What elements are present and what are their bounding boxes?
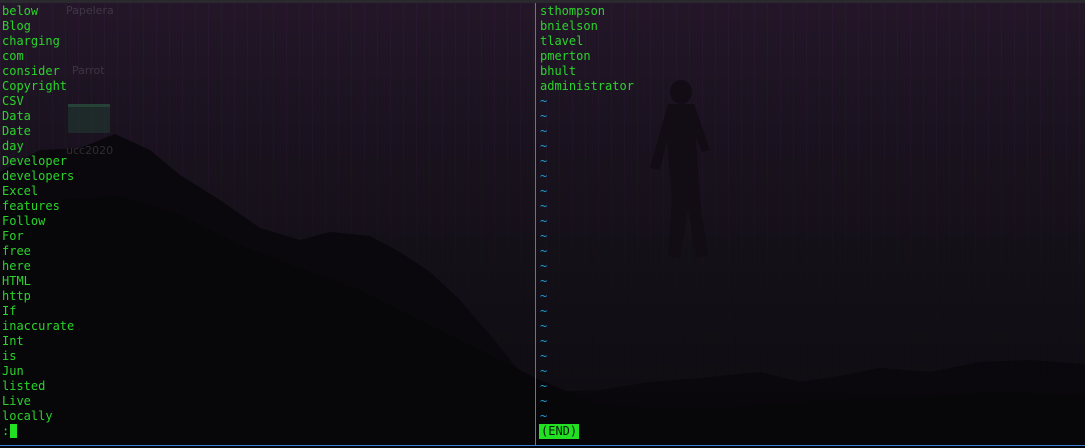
empty-line-tilde: ~ xyxy=(540,349,548,363)
empty-line-tilde: ~ xyxy=(540,94,548,108)
empty-line-tilde: ~ xyxy=(540,154,548,168)
empty-line-tilde: ~ xyxy=(540,109,548,123)
terminal-line: listed xyxy=(2,379,46,393)
empty-line-tilde: ~ xyxy=(540,259,548,273)
empty-line-tilde: ~ xyxy=(540,124,548,138)
pager-end-marker: (END) xyxy=(539,424,580,439)
empty-line-tilde: ~ xyxy=(540,364,548,378)
terminal-line: com xyxy=(2,49,24,63)
empty-line-tilde: ~ xyxy=(540,379,548,393)
terminal-line: developers xyxy=(2,169,75,183)
empty-line-tilde: ~ xyxy=(540,229,548,243)
terminal-line: is xyxy=(2,349,17,363)
empty-line-tilde: ~ xyxy=(540,214,548,228)
terminal-line: HTML xyxy=(2,274,31,288)
empty-line-tilde: ~ xyxy=(540,139,548,153)
left-terminal-pane[interactable]: below Blog charging com consider Copyright CSV… xyxy=(2,4,74,424)
terminal-line: consider xyxy=(2,64,60,78)
terminal-line: Date xyxy=(2,124,31,138)
terminal-line: http xyxy=(2,289,31,303)
floating-figure xyxy=(650,80,710,258)
empty-line-tilde: ~ xyxy=(540,244,548,258)
terminal-line: Copyright xyxy=(2,79,68,93)
empty-line-tilde: ~ xyxy=(540,199,548,213)
terminal-line: Developer xyxy=(2,154,68,168)
terminal-line: For xyxy=(2,229,24,243)
desktop-folder-icon xyxy=(68,104,110,133)
screen: Papelera Parrot ucc2020 below Blog chargin… xyxy=(0,0,1085,448)
terminal-line: Int xyxy=(2,334,24,348)
empty-line-tilde: ~ xyxy=(540,184,548,198)
terminal-line: CSV xyxy=(2,94,24,108)
terminal-line: charging xyxy=(2,34,60,48)
empty-line-tilde: ~ xyxy=(540,394,548,408)
terminal-line: here xyxy=(2,259,31,273)
terminal-line: administrator xyxy=(540,79,634,93)
prompt-char: : xyxy=(2,424,10,438)
terminal-line: day xyxy=(2,139,24,153)
empty-line-tilde: ~ xyxy=(540,274,548,288)
pager-prompt[interactable]: : xyxy=(2,424,18,439)
empty-line-tilde: ~ xyxy=(540,409,548,423)
empty-line-tilde: ~ xyxy=(540,169,548,183)
desktop-icon-label: Parrot xyxy=(72,64,105,77)
terminal-line: sthompson xyxy=(540,4,606,18)
empty-line-tilde: ~ xyxy=(540,334,548,348)
empty-line-tilde: ~ xyxy=(540,289,548,303)
right-terminal-pane[interactable]: sthompson bnielson tlavel pmerton bhult admin… xyxy=(540,4,634,424)
terminal-line: If xyxy=(2,304,17,318)
terminal-line: free xyxy=(2,244,31,258)
terminal-line: Follow xyxy=(2,214,46,228)
terminal-line: pmerton xyxy=(540,49,591,63)
terminal-line: features xyxy=(2,199,60,213)
top-bar xyxy=(0,0,1085,3)
empty-line-tilde: ~ xyxy=(540,304,548,318)
terminal-line: Blog xyxy=(2,19,31,33)
terminal-line: Excel xyxy=(2,184,39,198)
terminal-line: locally xyxy=(2,409,53,423)
terminal-line: Jun xyxy=(2,364,24,378)
terminal-line: bhult xyxy=(540,64,577,78)
text-cursor xyxy=(10,424,18,438)
terminal-line: tlavel xyxy=(540,34,584,48)
empty-line-tilde: ~ xyxy=(540,319,548,333)
pane-bottom-border xyxy=(0,445,1085,446)
terminal-line: inaccurate xyxy=(2,319,75,333)
terminal-line: below xyxy=(2,4,39,18)
terminal-line: Live xyxy=(2,394,31,408)
pane-divider[interactable] xyxy=(535,3,536,445)
terminal-line: bnielson xyxy=(540,19,598,33)
terminal-line: Data xyxy=(2,109,31,123)
